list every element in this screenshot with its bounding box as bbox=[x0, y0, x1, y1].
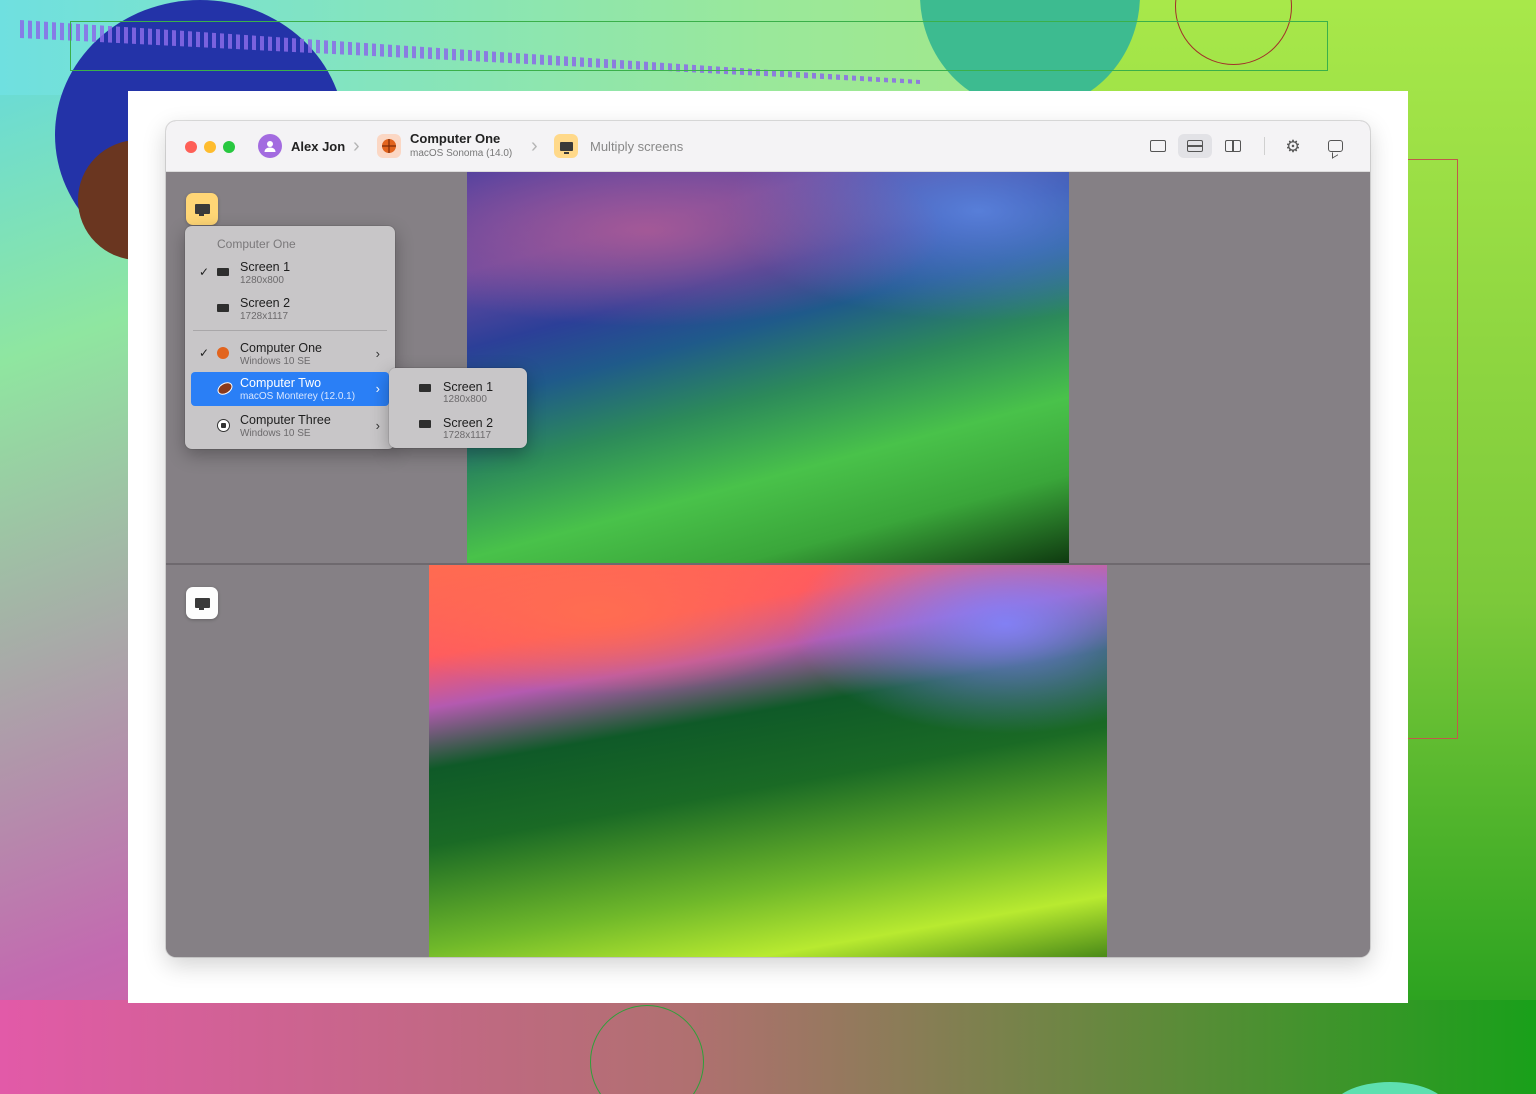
monitor-icon bbox=[217, 304, 229, 312]
breadcrumb-screens[interactable]: Multiply screens bbox=[554, 121, 683, 171]
computer-os: macOS Sonoma (14.0) bbox=[410, 148, 513, 160]
single-pane-button[interactable] bbox=[1141, 134, 1175, 158]
football-icon bbox=[215, 379, 235, 398]
toolbar-divider bbox=[1264, 137, 1265, 155]
single-pane-icon bbox=[1150, 140, 1166, 152]
minimize-button[interactable] bbox=[204, 141, 216, 153]
checkmark-icon: ✓ bbox=[199, 265, 210, 279]
monitor-icon bbox=[217, 268, 229, 276]
screen-pane-bottom[interactable] bbox=[166, 565, 1370, 957]
monitor-icon bbox=[419, 420, 431, 428]
checkmark-icon: ✓ bbox=[199, 346, 210, 360]
chevron-right-icon: › bbox=[531, 135, 538, 157]
chevron-right-icon: › bbox=[353, 135, 360, 157]
monitor-icon bbox=[194, 204, 210, 216]
menu-item-computer-three[interactable]: Computer Three Windows 10 SE › bbox=[191, 409, 389, 443]
chevron-right-icon: › bbox=[375, 346, 380, 361]
submenu-item-screen-1[interactable]: Screen 1 1280x800 bbox=[395, 371, 521, 405]
screen-menu: Computer One ✓ Screen 1 1280x800 Screen … bbox=[185, 226, 395, 449]
monitor-icon bbox=[554, 134, 578, 158]
monitor-icon bbox=[194, 598, 210, 610]
chat-button[interactable] bbox=[1318, 134, 1352, 158]
remote-screen-top[interactable] bbox=[467, 172, 1069, 563]
mode-label: Multiply screens bbox=[590, 138, 684, 154]
settings-button[interactable]: ⚙ bbox=[1276, 134, 1310, 158]
computer-title: Computer One bbox=[410, 131, 501, 147]
bg-green-frame bbox=[70, 21, 1328, 71]
computer-two-submenu: Screen 1 1280x800 Screen 2 1728x1117 bbox=[389, 368, 527, 448]
remote-screen-bottom[interactable] bbox=[429, 565, 1107, 957]
menu-item-computer-two[interactable]: Computer Two macOS Monterey (12.0.1) › bbox=[191, 372, 389, 406]
monitor-icon bbox=[419, 384, 431, 392]
bg-band-bottom bbox=[0, 1000, 1536, 1094]
chat-bubble-icon bbox=[1327, 140, 1343, 152]
screen-select-button-bottom[interactable] bbox=[186, 587, 218, 619]
breadcrumb-computer[interactable]: Computer One macOS Sonoma (14.0) bbox=[377, 121, 512, 171]
menu-item-computer-one[interactable]: ✓ Computer One Windows 10 SE › bbox=[191, 337, 389, 371]
basketball-icon bbox=[217, 347, 229, 359]
soccer-ball-icon bbox=[217, 419, 230, 432]
chevron-right-icon: › bbox=[375, 381, 380, 396]
submenu-item-screen-2[interactable]: Screen 2 1728x1117 bbox=[395, 407, 521, 441]
maximize-button[interactable] bbox=[223, 141, 235, 153]
menu-header: Computer One bbox=[217, 237, 296, 251]
user-icon bbox=[258, 134, 282, 158]
menu-item-screen-2[interactable]: Screen 2 1728x1117 bbox=[191, 292, 389, 326]
menu-item-screen-1[interactable]: ✓ Screen 1 1280x800 bbox=[191, 256, 389, 290]
user-name: Alex Jon bbox=[291, 138, 346, 154]
menu-separator bbox=[193, 330, 387, 331]
bg-red-frame bbox=[1408, 159, 1458, 739]
screen-select-button-top[interactable] bbox=[186, 193, 218, 225]
vertical-split-icon bbox=[1225, 140, 1241, 152]
breadcrumb-user[interactable]: Alex Jon bbox=[258, 121, 345, 171]
horizontal-split-button[interactable] bbox=[1178, 134, 1212, 158]
titlebar: Alex Jon › Computer One macOS Sonoma (14… bbox=[166, 121, 1370, 172]
chevron-right-icon: › bbox=[375, 418, 380, 433]
basketball-icon bbox=[377, 134, 401, 158]
horizontal-split-icon bbox=[1187, 140, 1203, 152]
gear-icon: ⚙ bbox=[1285, 136, 1301, 156]
vertical-split-button[interactable] bbox=[1216, 134, 1250, 158]
close-button[interactable] bbox=[185, 141, 197, 153]
